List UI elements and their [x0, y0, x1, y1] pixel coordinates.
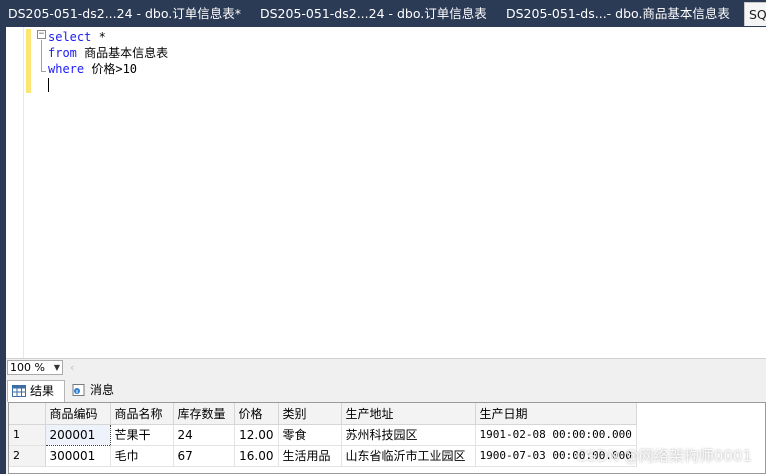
tab-messages-label: 消息 — [90, 383, 115, 397]
column-header[interactable]: 商品编码 — [45, 403, 111, 425]
tab-results-label: 结果 — [30, 384, 55, 398]
tab-order-info-modified[interactable]: DS205-051-ds2...24 - dbo.订单信息表* — [0, 2, 250, 26]
column-header[interactable]: 库存数量 — [173, 403, 235, 425]
table-cell[interactable]: 1901-02-08 00:00:00.000 — [475, 424, 637, 446]
column-header[interactable]: 生产地址 — [341, 403, 476, 425]
table-cell[interactable]: 苏州科技园区 — [341, 424, 476, 446]
message-icon — [72, 384, 85, 396]
sql-code[interactable]: select * from 商品基本信息表 where 价格>10 — [48, 29, 168, 77]
code-line-select: select * — [48, 29, 168, 45]
row-number[interactable]: 1 — [9, 424, 46, 446]
grid-icon — [12, 385, 26, 397]
table-cell[interactable]: 12.00 — [234, 424, 279, 446]
fold-guide-line — [41, 40, 42, 72]
code-line-where: where 价格>10 — [48, 61, 168, 77]
select-rest: * — [91, 30, 106, 44]
table-cell[interactable]: 24 — [173, 424, 235, 446]
zoom-bar: 100 % ▼ ‹ — [6, 358, 766, 376]
tab-sql-query[interactable]: SQ — [744, 2, 766, 26]
column-header[interactable]: 价格 — [234, 403, 279, 425]
tab-order-info[interactable]: DS205-051-ds2...24 - dbo.订单信息表 — [252, 2, 492, 26]
header-row: 商品编码 商品名称 库存数量 价格 类别 生产地址 生产日期 — [9, 403, 637, 425]
keyword-from: from — [48, 46, 77, 60]
table-row[interactable]: 1 200001 芒果干 24 12.00 零食 苏州科技园区 1901-02-… — [9, 423, 637, 446]
scroll-left-icon[interactable]: ‹ — [70, 361, 74, 374]
table-cell[interactable]: 生活用品 — [278, 445, 342, 467]
table-cell[interactable]: 67 — [173, 445, 235, 467]
from-rest: 商品基本信息表 — [76, 46, 169, 60]
document-tab-strip: DS205-051-ds2...24 - dbo.订单信息表* DS205-05… — [0, 0, 766, 27]
table-cell[interactable]: 山东省临沂市工业园区 — [341, 445, 476, 467]
column-header[interactable]: 商品名称 — [110, 403, 174, 425]
watermark: CSDN @网络架构师0001 — [576, 447, 752, 465]
row-number-header — [9, 403, 46, 425]
collapse-icon[interactable]: − — [37, 30, 46, 39]
query-editor[interactable]: − select * from 商品基本信息表 where 价格>10 — [0, 27, 766, 358]
table-cell[interactable]: 300001 — [45, 445, 111, 467]
results-table: 商品编码 商品名称 库存数量 价格 类别 生产地址 生产日期 1 200001 … — [9, 403, 637, 467]
tab-messages[interactable]: 消息 — [68, 380, 123, 402]
where-rest: 价格>10 — [84, 62, 138, 76]
zoom-select[interactable]: 100 % ▼ — [7, 360, 63, 375]
column-header[interactable]: 类别 — [278, 403, 342, 425]
tab-product-info[interactable]: DS205-051-ds...- dbo.商品基本信息表 — [498, 2, 738, 26]
table-cell[interactable]: 芒果干 — [110, 424, 174, 446]
chevron-down-icon[interactable]: ▼ — [54, 361, 60, 374]
code-line-from: from 商品基本信息表 — [48, 45, 168, 61]
keyword-where: where — [48, 62, 85, 76]
text-caret — [48, 78, 49, 92]
row-number[interactable]: 2 — [9, 445, 46, 467]
fold-guide-end — [41, 71, 46, 72]
editor-gutter — [6, 27, 24, 358]
tab-results[interactable]: 结果 — [7, 380, 65, 402]
table-cell[interactable]: 零食 — [278, 424, 342, 446]
table-cell[interactable]: 200001 — [44, 423, 111, 446]
zoom-value: 100 % — [10, 361, 45, 374]
table-cell[interactable]: 毛巾 — [110, 445, 174, 467]
table-cell[interactable]: 16.00 — [234, 445, 279, 467]
keyword-select: select — [48, 30, 92, 44]
column-header[interactable]: 生产日期 — [475, 403, 637, 425]
table-row[interactable]: 2 300001 毛巾 67 16.00 生活用品 山东省临沂市工业园区 190… — [9, 445, 637, 467]
change-tracking-bar — [26, 29, 31, 93]
